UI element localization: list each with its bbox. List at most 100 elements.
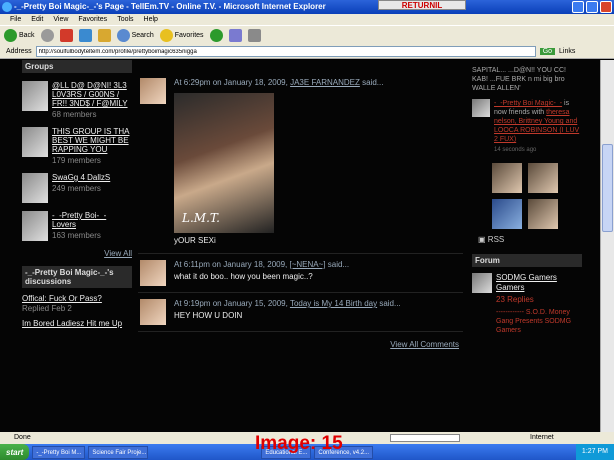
right-sidebar: SAPITAL... ...D@N!! YOU CC! KAB! ...FUE … <box>472 60 582 335</box>
group-thumbnail[interactable] <box>22 127 48 157</box>
media-icon[interactable] <box>209 29 223 42</box>
friend-thumbnail[interactable] <box>492 163 522 193</box>
back-button[interactable]: Back <box>4 29 35 42</box>
address-label: Address <box>6 48 32 55</box>
start-button[interactable]: start <box>0 444 30 460</box>
group-name[interactable]: -_-Pretty Boi-_- Lovers <box>52 211 132 229</box>
forum-excerpt: ------------ S.O.D. Money Gang Presents … <box>496 309 572 334</box>
forward-arrow-icon[interactable] <box>40 29 54 42</box>
forum-title[interactable]: SODMG Gamers Gamers <box>496 273 582 293</box>
menu-tools[interactable]: Tools <box>117 16 133 23</box>
menu-edit[interactable]: Edit <box>31 16 43 23</box>
forum-replies: 23 Replies <box>496 295 534 304</box>
progress-bar <box>390 434 460 442</box>
comment-wall: At 6:29pm on January 18, 2009, JA3E FARN… <box>138 60 463 349</box>
taskbar-item[interactable]: Science Fair Proje... <box>88 445 149 459</box>
group-item[interactable]: THIS GROUP IS THA BEST WE MIGHT BE RAPPI… <box>22 127 132 165</box>
activity-time: 14 seconds ago <box>494 147 537 153</box>
rss-link[interactable]: ▣ RSS <box>478 235 582 244</box>
title-bar: -_-Pretty Boi Magic-_-'s Page - TellEm.T… <box>0 0 614 14</box>
browser-window: -_-Pretty Boi Magic-_-'s Page - TellEm.T… <box>0 0 614 460</box>
go-button[interactable]: Go <box>539 48 556 55</box>
view-all-comments-link[interactable]: View All Comments <box>138 340 459 349</box>
discussion-title[interactable]: Offical: Fuck Or Pass? <box>22 294 132 303</box>
group-thumbnail[interactable] <box>22 81 48 111</box>
print-icon[interactable] <box>247 29 261 42</box>
group-thumbnail[interactable] <box>22 173 48 203</box>
status-text: Done <box>14 434 31 441</box>
commenter-avatar[interactable] <box>140 299 166 325</box>
back-arrow-icon <box>4 29 17 42</box>
star-icon <box>159 29 173 42</box>
group-item[interactable]: SwaGg 4 DallzS 249 members <box>22 173 132 203</box>
group-item[interactable]: -_-Pretty Boi-_- Lovers 163 members <box>22 211 132 241</box>
scrollbar-thumb[interactable] <box>602 144 613 232</box>
comment-text: what it do boo.. how you been magic..? <box>174 272 313 281</box>
activity-feed-top: SAPITAL... ...D@N!! YOU CC! KAB! ...FUE … <box>472 67 566 92</box>
comment-item: At 6:29pm on January 18, 2009, JA3E FARN… <box>138 60 463 254</box>
friend-thumbnail[interactable] <box>492 199 522 229</box>
commenter-link[interactable]: [~NENA~] <box>290 260 326 269</box>
commenter-avatar[interactable] <box>140 78 166 104</box>
favorites-button[interactable]: Favorites <box>159 29 204 42</box>
maximize-icon[interactable] <box>586 1 598 13</box>
discussions-header: -_-Pretty Boi Magic-_-'s discussions <box>22 266 132 288</box>
groups-header: Groups <box>22 60 132 73</box>
search-button[interactable]: Search <box>116 29 154 42</box>
friend-thumbnail[interactable] <box>528 163 558 193</box>
vertical-scrollbar[interactable] <box>600 60 614 432</box>
forum-header: Forum <box>472 254 582 267</box>
activity-user-link[interactable]: -_-Pretty Boi Magic-_- <box>494 100 562 107</box>
menu-file[interactable]: File <box>10 16 21 23</box>
group-member-count: 68 members <box>52 110 97 119</box>
forum-item[interactable]: SODMG Gamers Gamers 23 Replies <box>472 273 582 304</box>
address-bar: Address Go Links <box>0 45 614 59</box>
group-item[interactable]: @LL D@ D@NI! 3L3 L0V3RS / G00NS / FR!! 3… <box>22 81 132 119</box>
security-zone: Internet <box>530 434 554 441</box>
menu-view[interactable]: View <box>53 16 68 23</box>
group-name[interactable]: @LL D@ D@NI! 3L3 L0V3RS / G00NS / FR!! 3… <box>52 81 132 108</box>
search-icon <box>116 29 130 42</box>
minimize-icon[interactable] <box>572 1 584 13</box>
comment-item: At 6:11pm on January 18, 2009, [~NENA~] … <box>138 254 463 293</box>
links-button[interactable]: Links <box>559 48 575 55</box>
activity-avatar[interactable] <box>472 99 490 117</box>
menu-bar: File Edit View Favorites Tools Help <box>0 14 614 25</box>
discussion-title[interactable]: Im Bored Ladiesz Hit me Up <box>22 319 132 328</box>
comment-item: At 9:19pm on January 15, 2009, Today is … <box>138 293 463 332</box>
refresh-icon[interactable] <box>78 29 92 42</box>
comment-header: At 6:11pm on January 18, 2009, [~NENA~] … <box>174 260 350 269</box>
menu-favorites[interactable]: Favorites <box>78 16 107 23</box>
commenter-link[interactable]: JA3E FARNANDEZ <box>290 78 360 87</box>
comment-photo[interactable]: L.M.T. yOUR SEXi <box>174 93 274 245</box>
clock: 1:27 PM <box>575 444 614 460</box>
group-member-count: 179 members <box>52 156 101 165</box>
returnil-badge[interactable]: RETURNIL <box>378 0 466 10</box>
group-thumbnail[interactable] <box>22 211 48 241</box>
comment-text: HEY HOW U DOIN <box>174 311 243 320</box>
rss-icon: ▣ <box>478 235 486 244</box>
group-name[interactable]: THIS GROUP IS THA BEST WE MIGHT BE RAPPI… <box>52 127 132 154</box>
window-title: -_-Pretty Boi Magic-_-'s Page - TellEm.T… <box>14 2 326 11</box>
discussion-meta: Replied Feb 2 <box>22 304 72 313</box>
group-member-count: 249 members <box>52 184 101 193</box>
image-label-overlay: Image: 15 <box>255 433 343 454</box>
window-controls <box>572 1 612 13</box>
groups-view-all-link[interactable]: View All <box>22 249 132 258</box>
friend-thumbnail[interactable] <box>528 199 558 229</box>
menu-help[interactable]: Help <box>144 16 158 23</box>
commenter-avatar[interactable] <box>140 260 166 286</box>
home-icon[interactable] <box>97 29 111 42</box>
comment-text: yOUR SEXi <box>174 236 216 245</box>
close-icon[interactable] <box>600 1 612 13</box>
address-input[interactable] <box>35 46 536 57</box>
comment-header: At 6:29pm on January 18, 2009, JA3E FARN… <box>174 78 384 87</box>
web-page: Groups @LL D@ D@NI! 3L3 L0V3RS / G00NS /… <box>0 60 600 432</box>
forum-thumbnail[interactable] <box>472 273 492 293</box>
commenter-link[interactable]: Today is My 14 Birth day <box>290 299 377 308</box>
mail-icon[interactable] <box>228 29 242 42</box>
group-member-count: 163 members <box>52 231 101 240</box>
taskbar-item[interactable]: -_-Pretty Boi M... <box>32 445 86 459</box>
stop-icon[interactable] <box>59 29 73 42</box>
group-name[interactable]: SwaGg 4 DallzS <box>52 173 110 182</box>
